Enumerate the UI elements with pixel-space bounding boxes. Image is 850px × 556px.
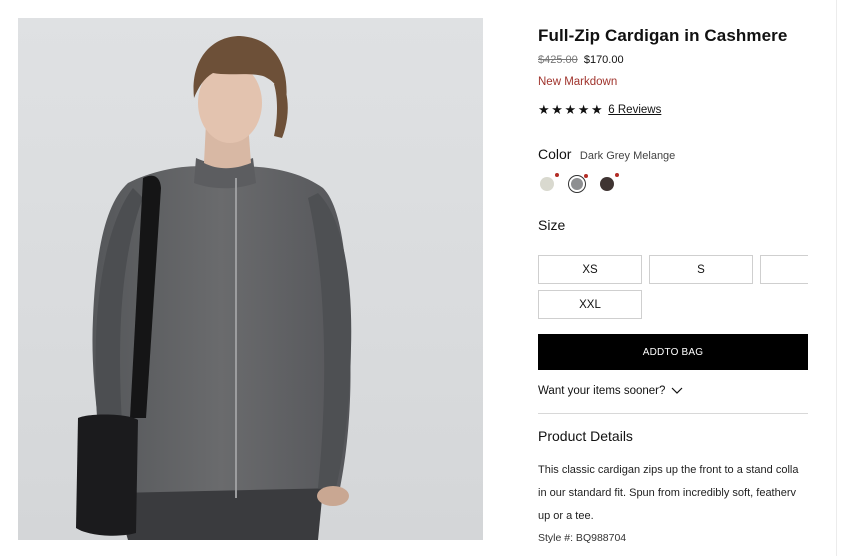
delivery-options-toggle[interactable]: Want your items sooner?: [538, 385, 683, 397]
original-price: $425.00: [538, 54, 578, 66]
section-divider: [538, 413, 808, 414]
reviews-link[interactable]: 6 Reviews: [608, 104, 661, 116]
markdown-dot-icon: [615, 173, 619, 177]
product-details-heading: Product Details: [538, 428, 633, 444]
product-image[interactable]: [18, 18, 483, 540]
product-info-panel: Full-Zip Cardigan in Cashmere $425.00 $1…: [538, 0, 808, 556]
delivery-prompt-label: Want your items sooner?: [538, 385, 666, 397]
swatch-dark-brown[interactable]: [598, 173, 619, 193]
size-option-m[interactable]: M: [760, 255, 808, 284]
product-photo-illustration: [76, 36, 352, 540]
size-option-xs[interactable]: XS: [538, 255, 642, 284]
rating-row: ★★★★★ 6 Reviews: [538, 102, 661, 118]
color-swatches: [538, 173, 619, 193]
star-rating-icon: ★★★★★: [538, 102, 605, 117]
selected-color-name: Dark Grey Melange: [579, 150, 676, 162]
description-line: This classic cardigan zips up the front …: [538, 464, 799, 476]
swatch-light-cream[interactable]: [538, 173, 559, 193]
page-divider: [836, 0, 837, 556]
product-title: Full-Zip Cardigan in Cashmere: [538, 26, 788, 45]
swatch-dark-grey-melange[interactable]: [568, 174, 588, 193]
color-row: Color Dark Grey Melange: [538, 146, 675, 164]
price-row: $425.00 $170.00: [538, 54, 624, 66]
description-line: in our standard fit. Spun from incredibl…: [538, 487, 797, 499]
color-label: Color: [538, 146, 572, 162]
add-to-bag-button[interactable]: ADDTO BAG: [538, 334, 808, 370]
size-label: Size: [538, 217, 566, 233]
markdown-dot-icon: [584, 174, 588, 178]
description-line: up or a tee.: [538, 510, 594, 522]
markdown-dot-icon: [555, 173, 559, 177]
size-option-s[interactable]: S: [649, 255, 753, 284]
style-number: Style #: BQ988704: [538, 532, 627, 544]
chevron-down-icon: [671, 387, 683, 394]
markdown-badge: New Markdown: [538, 76, 618, 88]
size-option-xxl[interactable]: XXL: [538, 290, 642, 319]
sale-price: $170.00: [583, 54, 624, 66]
